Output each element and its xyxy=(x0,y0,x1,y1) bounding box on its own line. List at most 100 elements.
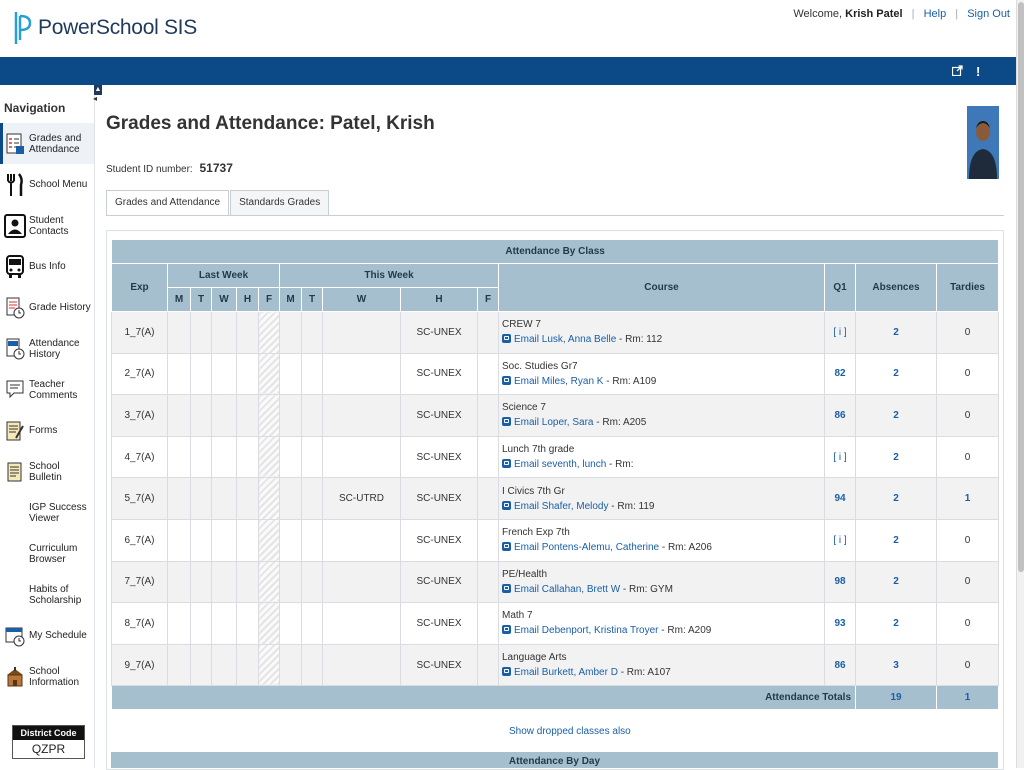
this-week-day-cell[interactable]: SC-UTRD xyxy=(322,477,401,520)
q1-grade-cell[interactable]: 86 xyxy=(824,643,856,687)
nav-item-curriculum-browser[interactable]: Curriculum Browser xyxy=(0,533,94,574)
tab-grades-and-attendance[interactable]: Grades and Attendance xyxy=(106,190,230,216)
q1-grade-cell[interactable]: 98 xyxy=(824,560,856,604)
this-week-day-cell[interactable] xyxy=(322,352,401,396)
q1-grade-cell[interactable]: [ i ] xyxy=(824,311,856,354)
email-teacher-link[interactable]: Email Callahan, Brett W xyxy=(514,584,620,595)
nav-item-student-contacts[interactable]: Student Contacts xyxy=(0,205,94,246)
external-link-icon[interactable] xyxy=(951,64,963,79)
q1-grade-cell[interactable]: [ i ] xyxy=(824,435,856,479)
email-icon[interactable] xyxy=(502,334,511,344)
nav-item-school-information[interactable]: School Information xyxy=(0,656,94,697)
this-week-day-cell[interactable] xyxy=(322,602,401,645)
absences-link[interactable]: 2 xyxy=(893,576,899,587)
this-week-day-cell[interactable]: SC-UNEX xyxy=(400,352,478,396)
absences-cell[interactable]: 2 xyxy=(855,518,937,562)
total-absences-link[interactable]: 19 xyxy=(890,692,901,703)
absences-cell[interactable]: 2 xyxy=(855,560,937,604)
nav-item-teacher-comments[interactable]: Teacher Comments xyxy=(0,369,94,410)
absences-link[interactable]: 2 xyxy=(893,493,899,504)
this-week-day-cell[interactable]: SC-UNEX xyxy=(400,477,478,520)
email-icon[interactable] xyxy=(502,375,511,385)
help-link[interactable]: Help xyxy=(924,8,947,20)
alert-icon[interactable]: ! xyxy=(976,64,980,79)
this-week-day-cell[interactable] xyxy=(322,643,401,687)
email-teacher-link[interactable]: Email Loper, Sara xyxy=(514,417,594,428)
tardies-link[interactable]: 1 xyxy=(965,493,971,504)
q1-grade-cell[interactable]: 93 xyxy=(824,602,856,645)
chevron-left-icon[interactable]: ◂ xyxy=(93,94,97,103)
q1-grade-cell[interactable]: 86 xyxy=(824,394,856,437)
nav-item-grade-history[interactable]: Grade History xyxy=(0,287,94,328)
q1-grade-link[interactable]: 98 xyxy=(834,576,845,587)
vertical-scrollbar[interactable] xyxy=(1016,0,1024,768)
this-week-day-cell[interactable]: SC-UNEX xyxy=(400,602,478,645)
email-icon[interactable] xyxy=(502,459,511,469)
exp-header[interactable]: Exp xyxy=(111,263,168,312)
q1-grade-link[interactable]: 93 xyxy=(834,618,845,629)
email-teacher-link[interactable]: Email Debenport, Kristina Troyer xyxy=(514,625,659,636)
absences-cell[interactable]: 3 xyxy=(855,643,937,687)
email-icon[interactable] xyxy=(502,667,511,677)
email-icon[interactable] xyxy=(502,500,511,510)
nav-item-school-menu[interactable]: School Menu xyxy=(0,164,94,205)
q1-grade-cell[interactable]: 82 xyxy=(824,352,856,396)
nav-item-school-bulletin[interactable]: School Bulletin xyxy=(0,451,94,492)
this-week-day-cell[interactable] xyxy=(322,560,401,604)
absences-cell[interactable]: 2 xyxy=(855,311,937,354)
powerschool-logo[interactable]: PowerSchool SIS xyxy=(12,10,197,46)
absences-header[interactable]: Absences xyxy=(855,263,937,312)
this-week-day-cell[interactable]: SC-UNEX xyxy=(400,394,478,437)
absences-link[interactable]: 2 xyxy=(893,410,899,421)
this-week-day-cell[interactable] xyxy=(322,394,401,437)
q1-grade-link[interactable]: 82 xyxy=(834,368,845,379)
email-teacher-link[interactable]: Email Miles, Ryan K xyxy=(514,376,603,387)
this-week-day-cell[interactable]: SC-UNEX xyxy=(400,560,478,604)
nav-item-grades-attendance[interactable]: Grades and Attendance xyxy=(0,123,94,164)
this-week-day-cell[interactable]: SC-UNEX xyxy=(400,643,478,687)
email-icon[interactable] xyxy=(502,625,511,635)
nav-item-attendance-history[interactable]: Attendance History xyxy=(0,328,94,369)
show-dropped-classes-link[interactable]: Show dropped classes also xyxy=(509,726,631,737)
q1-grade-link[interactable]: 86 xyxy=(834,660,845,671)
nav-item-my-schedule[interactable]: My Schedule xyxy=(0,615,94,656)
email-teacher-link[interactable]: Email Burkett, Amber D xyxy=(514,667,618,678)
q1-grade-cell[interactable]: [ i ] xyxy=(824,518,856,562)
this-week-day-cell[interactable] xyxy=(322,518,401,562)
absences-cell[interactable]: 2 xyxy=(855,435,937,479)
total-tardies[interactable]: 1 xyxy=(935,685,1000,711)
email-teacher-link[interactable]: Email seventh, lunch xyxy=(514,459,606,470)
absences-link[interactable]: 2 xyxy=(893,452,899,463)
course-header[interactable]: Course xyxy=(498,263,825,312)
this-week-day-cell[interactable]: SC-UNEX xyxy=(400,435,478,479)
nav-item-igp-success-viewer[interactable]: IGP Success Viewer xyxy=(0,492,94,533)
absences-link[interactable]: 2 xyxy=(893,535,899,546)
absences-link[interactable]: 3 xyxy=(893,660,899,671)
absences-link[interactable]: 2 xyxy=(893,368,899,379)
q1-header[interactable]: Q1 xyxy=(824,263,856,312)
this-week-day-cell[interactable]: SC-UNEX xyxy=(400,518,478,562)
email-icon[interactable] xyxy=(502,542,511,552)
q1-grade-link[interactable]: [ i ] xyxy=(833,535,846,546)
total-tardies-link[interactable]: 1 xyxy=(965,692,971,703)
nav-item-habits-of-scholarship[interactable]: Habits of Scholarship xyxy=(0,574,94,615)
absences-link[interactable]: 2 xyxy=(893,327,899,338)
q1-grade-link[interactable]: 86 xyxy=(834,410,845,421)
this-week-day-cell[interactable] xyxy=(322,311,401,354)
total-absences[interactable]: 19 xyxy=(855,685,937,711)
sign-out-link[interactable]: Sign Out xyxy=(967,8,1010,20)
absences-cell[interactable]: 2 xyxy=(855,602,937,645)
tardies-header[interactable]: Tardies xyxy=(935,263,1000,312)
q1-grade-link[interactable]: 94 xyxy=(834,493,845,504)
this-week-day-cell[interactable] xyxy=(322,435,401,479)
this-week-day-cell[interactable]: SC-UNEX xyxy=(400,311,478,354)
email-teacher-link[interactable]: Email Lusk, Anna Belle xyxy=(514,334,616,345)
scrollbar-thumb[interactable] xyxy=(1018,2,1024,572)
email-icon[interactable] xyxy=(502,417,511,427)
absences-cell[interactable]: 2 xyxy=(855,394,937,437)
nav-item-forms[interactable]: Forms xyxy=(0,410,94,451)
absences-cell[interactable]: 2 xyxy=(855,352,937,396)
q1-grade-link[interactable]: [ i ] xyxy=(833,327,846,338)
tab-standards-grades[interactable]: Standards Grades xyxy=(230,190,330,215)
nav-item-bus-info[interactable]: Bus Info xyxy=(0,246,94,287)
